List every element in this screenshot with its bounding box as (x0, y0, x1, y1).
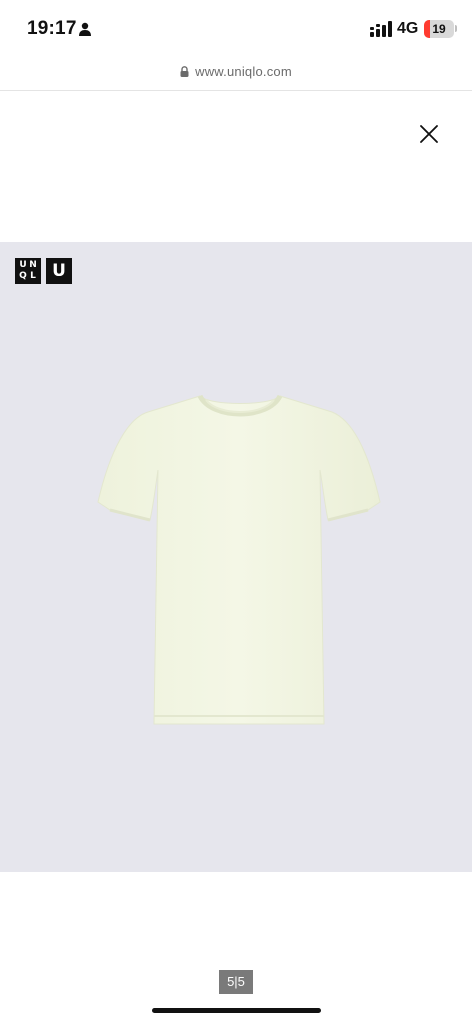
status-time: 19:17 (27, 18, 77, 39)
url-bar[interactable]: www.uniqlo.com (0, 58, 472, 91)
home-indicator[interactable] (152, 1008, 321, 1013)
url-display[interactable]: www.uniqlo.com (180, 58, 292, 84)
pagination-indicator: 5|5 (219, 970, 253, 994)
battery-indicator: 19 (424, 20, 454, 38)
tshirt-image (97, 394, 381, 725)
product-image[interactable]: UN QL U (0, 242, 472, 872)
uniqlo-logo: UN QL (15, 258, 41, 284)
close-button[interactable] (414, 119, 444, 149)
lock-icon (180, 65, 189, 77)
battery-tip (455, 25, 457, 32)
network-label: 4G (397, 20, 419, 37)
status-bar: 19:17 4G 19 (0, 0, 472, 58)
close-icon (420, 125, 438, 143)
person-icon (79, 22, 91, 36)
battery-level: 19 (432, 22, 446, 36)
uniqlo-u-logo: U (46, 258, 72, 284)
url-text: www.uniqlo.com (195, 63, 292, 79)
signal-icon (370, 21, 392, 37)
